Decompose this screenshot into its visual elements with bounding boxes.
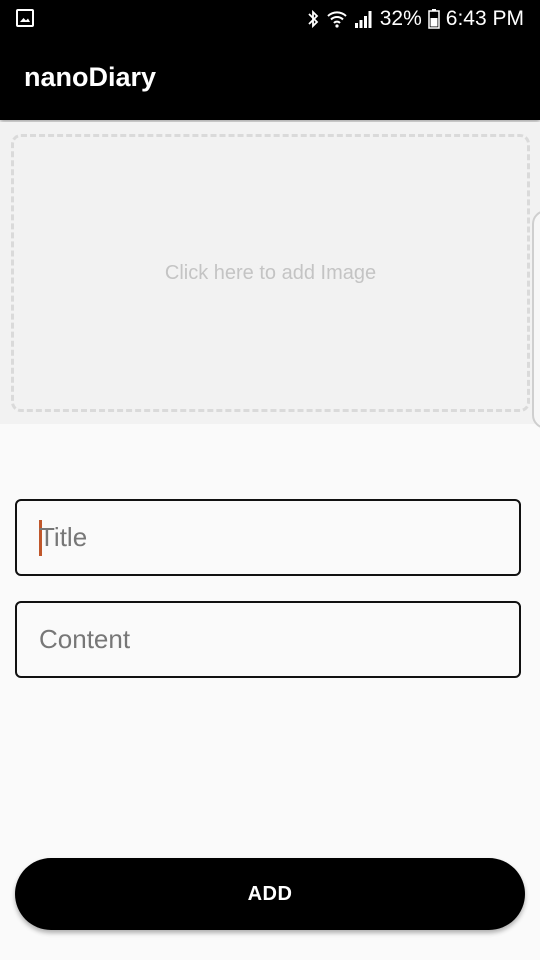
image-area: Click here to add Image — [0, 122, 540, 424]
edge-panel-handle[interactable] — [532, 210, 540, 429]
title-input[interactable] — [39, 522, 497, 553]
battery-percent: 32% — [379, 7, 422, 30]
app-title: nanoDiary — [24, 62, 157, 92]
status-bar: 32% 6:43 PM — [0, 0, 540, 38]
app-bar: nanoDiary — [0, 38, 540, 120]
wifi-icon — [327, 11, 347, 28]
status-time: 6:43 PM — [445, 7, 524, 30]
add-image-placeholder: Click here to add Image — [164, 261, 377, 284]
image-notification-icon — [16, 9, 34, 27]
add-image-dropzone[interactable]: Click here to add Image — [11, 134, 530, 412]
content-input[interactable] — [39, 624, 497, 655]
bluetooth-icon — [308, 9, 319, 29]
battery-icon — [428, 9, 440, 29]
title-field[interactable] — [15, 499, 521, 576]
signal-icon — [354, 11, 372, 28]
add-button[interactable]: ADD — [15, 858, 525, 930]
content-field[interactable] — [15, 601, 521, 678]
status-icons: 32% 6:43 PM — [306, 0, 524, 38]
